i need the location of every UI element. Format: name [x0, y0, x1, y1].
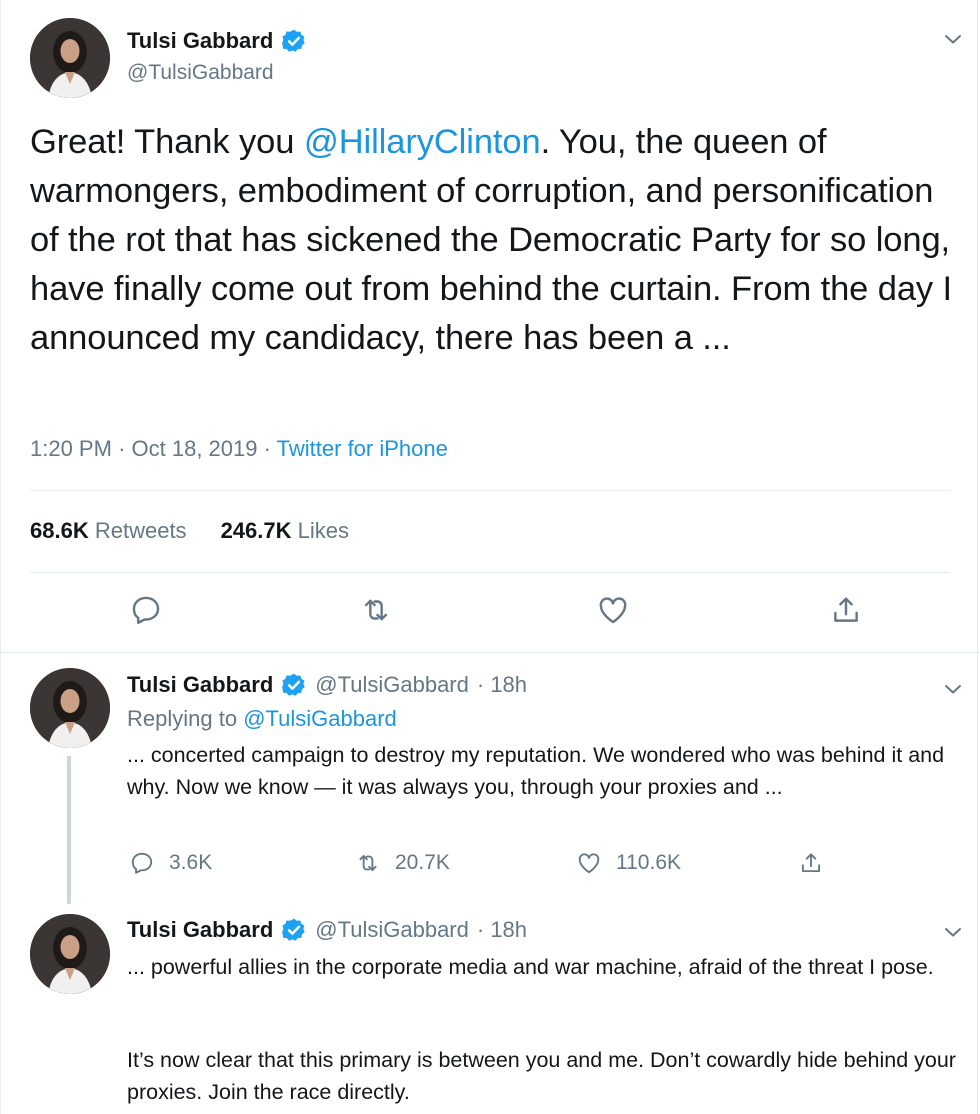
likes-label: Likes	[297, 518, 349, 543]
author-name[interactable]: Tulsi Gabbard	[127, 672, 273, 698]
reply-text: It’s now clear that this primary is betw…	[127, 1048, 956, 1104]
tweet-age[interactable]: · 18h	[477, 917, 527, 943]
thread-connector-line	[67, 756, 71, 904]
tweet-metadata: 1:20 PM · Oct 18, 2019 · Twitter for iPh…	[30, 436, 448, 462]
retweets-stat[interactable]: 68.6K Retweets	[30, 518, 187, 544]
author-name[interactable]: Tulsi Gabbard	[127, 917, 273, 943]
author-handle[interactable]: @TulsiGabbard	[315, 917, 469, 943]
tweet-separator	[0, 652, 980, 653]
author-avatar[interactable]	[30, 18, 110, 98]
reply-button[interactable]	[129, 593, 169, 633]
tweet-date[interactable]: Oct 18, 2019	[132, 436, 258, 461]
share-button[interactable]	[829, 593, 869, 633]
reply-button[interactable]: 3.6K	[129, 850, 212, 876]
reply-count: 3.6K	[169, 851, 213, 874]
tweet-text: Great! Thank you @HillaryClinton. You, t…	[30, 118, 960, 363]
author-name[interactable]: Tulsi Gabbard	[127, 28, 273, 54]
avatar-photo-icon	[30, 18, 110, 98]
retweet-button[interactable]: 20.7K	[355, 850, 450, 876]
reply-header: Tulsi Gabbard @TulsiGabbard · 18h	[127, 672, 527, 698]
tweet-age[interactable]: · 18h	[477, 672, 527, 698]
meta-separator: ·	[118, 436, 126, 461]
share-button[interactable]	[798, 850, 824, 876]
replying-to: Replying to @TulsiGabbard	[127, 706, 397, 732]
tweet-menu-chevron-icon[interactable]	[943, 679, 963, 699]
avatar-photo-icon	[30, 914, 110, 994]
verified-badge-icon	[281, 917, 307, 943]
retweets-count: 68.6K	[30, 518, 89, 543]
author-handle[interactable]: @TulsiGabbard	[127, 61, 274, 85]
like-icon	[599, 597, 627, 624]
like-count: 110.6K	[616, 851, 681, 874]
tweet-source-link[interactable]: Twitter for iPhone	[277, 436, 448, 461]
tweet-menu-chevron-icon[interactable]	[943, 922, 963, 942]
author-name-row[interactable]: Tulsi Gabbard	[127, 28, 307, 54]
tweet-menu-chevron-icon[interactable]	[943, 29, 963, 49]
reply-text: ... powerful allies in the corporate med…	[127, 955, 934, 979]
retweets-label: Retweets	[94, 518, 187, 543]
author-handle[interactable]: @TulsiGabbard	[315, 672, 469, 698]
author-avatar[interactable]	[30, 914, 110, 994]
mention-link[interactable]: @HillaryClinton	[304, 123, 541, 161]
retweet-icon	[359, 855, 377, 871]
like-icon	[578, 853, 600, 874]
retweet-button[interactable]	[359, 593, 399, 633]
reply-icon	[132, 596, 160, 624]
reply-text: ... concerted campaign to destroy my rep…	[127, 743, 945, 799]
share-icon	[801, 853, 821, 873]
share-icon	[834, 597, 858, 622]
reply-icon	[131, 852, 153, 874]
author-avatar[interactable]	[30, 668, 110, 748]
verified-badge-icon	[281, 672, 307, 698]
like-button[interactable]: 110.6K	[576, 850, 681, 876]
tweet-stats: 68.6K Retweets 246.7K Likes	[30, 518, 349, 544]
retweet-count: 20.7K	[395, 851, 450, 874]
tweet-text-part1: Great! Thank you	[30, 123, 304, 161]
verified-badge-icon	[281, 28, 307, 54]
likes-count: 246.7K	[220, 518, 292, 543]
divider	[30, 572, 950, 573]
likes-stat[interactable]: 246.7K Likes	[221, 518, 349, 544]
avatar-photo-icon	[30, 668, 110, 748]
replying-to-handle[interactable]: @TulsiGabbard	[243, 706, 397, 731]
like-button[interactable]	[596, 593, 636, 633]
tweet-time[interactable]: 1:20 PM	[30, 436, 112, 461]
divider	[30, 490, 950, 491]
reply-header: Tulsi Gabbard @TulsiGabbard · 18h	[127, 917, 527, 943]
retweet-icon	[364, 599, 388, 621]
replying-to-label: Replying to	[127, 706, 244, 731]
meta-separator: ·	[263, 436, 271, 461]
